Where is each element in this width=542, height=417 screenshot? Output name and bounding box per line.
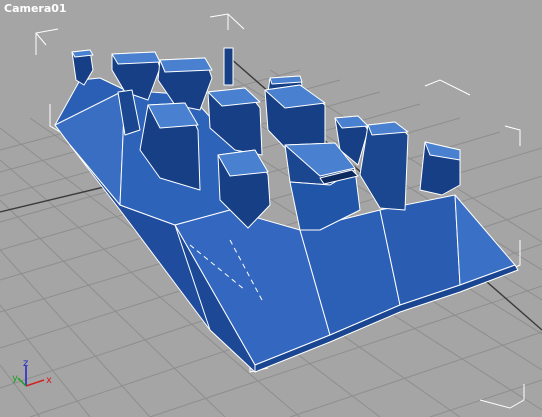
- z-axis-label: z: [23, 358, 28, 369]
- camera-viewport[interactable]: x z y Camera01: [0, 0, 542, 417]
- y-axis-label: y: [12, 373, 18, 384]
- scene-canvas[interactable]: x z y: [0, 0, 542, 417]
- blue-block-model[interactable]: [54, 47, 519, 373]
- viewport-label[interactable]: Camera01: [4, 2, 67, 15]
- x-axis-label: x: [46, 375, 52, 386]
